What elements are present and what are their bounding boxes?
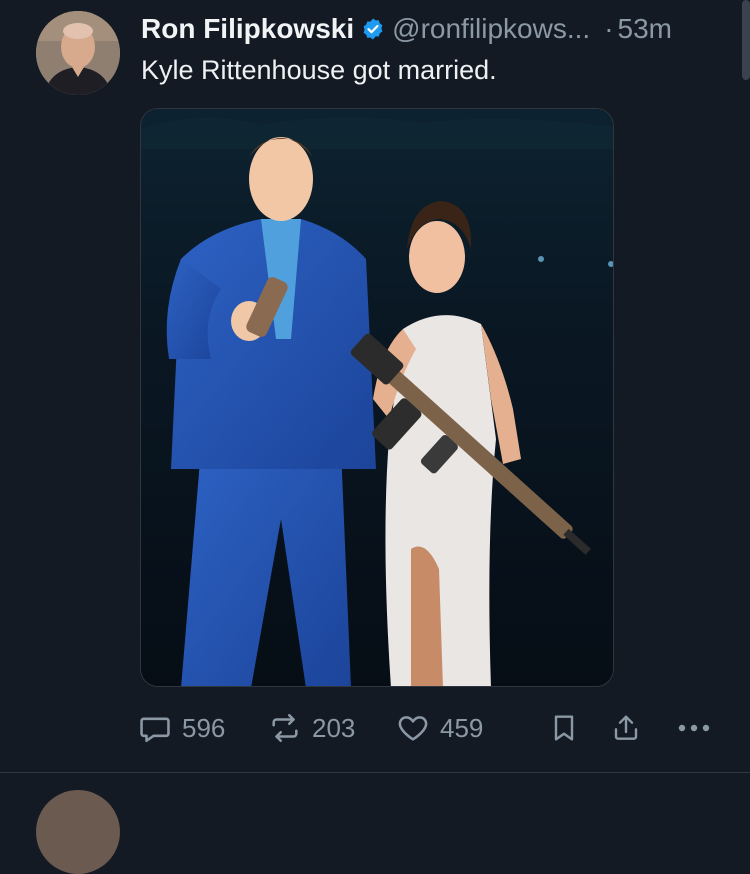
more-options-button[interactable] bbox=[674, 708, 714, 748]
post-divider bbox=[0, 772, 750, 773]
post[interactable]: Ron Filipkowski @ronfilipkows... · 53m K… bbox=[0, 0, 750, 772]
reply-count: 596 bbox=[182, 712, 226, 743]
heart-icon bbox=[398, 716, 428, 741]
reply-button[interactable]: 596 bbox=[138, 708, 225, 748]
share-upload-icon bbox=[614, 715, 638, 740]
author-avatar[interactable] bbox=[36, 11, 120, 95]
next-post-avatar[interactable] bbox=[36, 790, 120, 874]
verified-check-icon bbox=[363, 18, 383, 40]
post-text: Kyle Rittenhouse got married. bbox=[141, 55, 497, 85]
author-handle[interactable]: @ronfilipkows... bbox=[392, 13, 590, 45]
post-time[interactable]: 53m bbox=[618, 13, 672, 45]
like-count: 459 bbox=[440, 712, 484, 743]
author-name[interactable]: Ron Filipkowski bbox=[141, 13, 354, 45]
comment-bubble-icon bbox=[140, 717, 170, 743]
more-dots-icon bbox=[678, 724, 710, 732]
post-actions: 596 203 459 bbox=[138, 708, 720, 748]
bookmark-button[interactable] bbox=[548, 708, 580, 748]
share-button[interactable] bbox=[610, 708, 642, 748]
avatar-photo bbox=[36, 11, 120, 95]
repost-arrows-icon bbox=[272, 713, 298, 743]
bookmark-icon bbox=[554, 715, 574, 741]
wedding-photo bbox=[141, 109, 613, 686]
like-button[interactable]: 459 bbox=[396, 708, 483, 748]
repost-button[interactable]: 203 bbox=[268, 708, 355, 748]
post-header: Ron Filipkowski @ronfilipkows... · 53m bbox=[141, 10, 722, 48]
post-media-photo[interactable] bbox=[140, 108, 614, 687]
scrollbar[interactable] bbox=[742, 0, 750, 80]
separator-dot: · bbox=[604, 13, 614, 44]
repost-count: 203 bbox=[312, 712, 356, 743]
